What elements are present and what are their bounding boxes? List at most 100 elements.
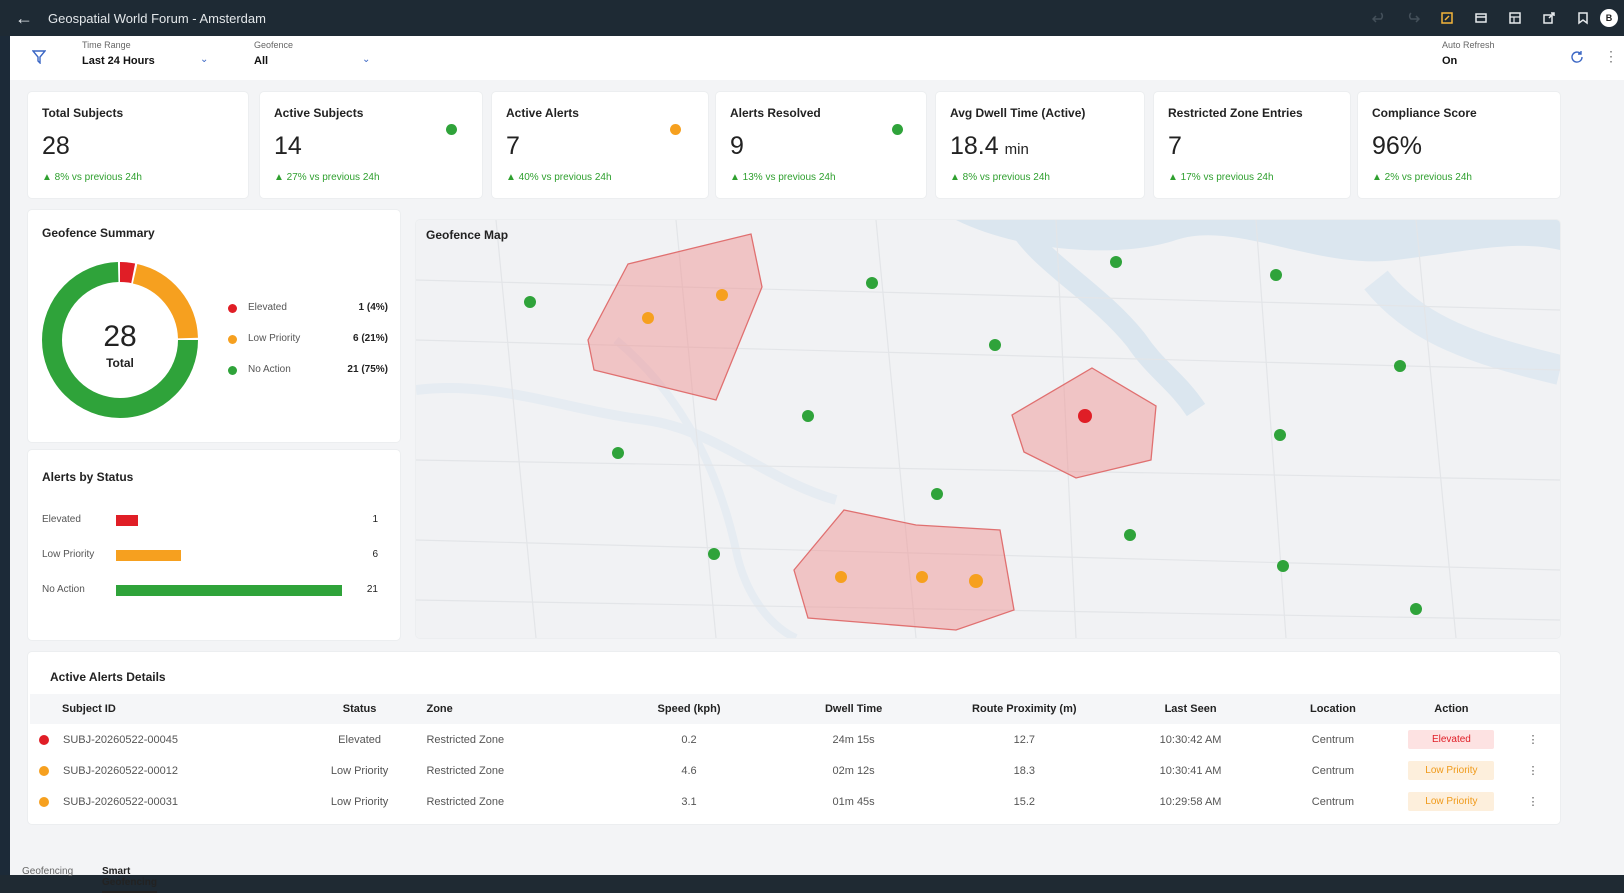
kpi-value: 14: [274, 132, 302, 160]
refresh-icon[interactable]: [1570, 50, 1584, 69]
more-options-icon[interactable]: ⋮: [1604, 48, 1618, 65]
dashboard-page: Time Range Last 24 Hours ⌄ Geofence All …: [10, 36, 1624, 893]
edit-icon[interactable]: [1430, 0, 1464, 36]
redo-icon[interactable]: [1396, 0, 1430, 36]
back-arrow-icon[interactable]: ←: [0, 8, 48, 29]
subject-marker-no-action[interactable]: [524, 296, 536, 308]
status-dot: [670, 124, 681, 135]
subject-marker-low-priority[interactable]: [642, 312, 654, 324]
table-row[interactable]: SUBJ-20260522-00012 Low Priority Restricte…: [30, 755, 1560, 786]
table-row[interactable]: SUBJ-20260522-00031 Low Priority Restricte…: [30, 786, 1560, 817]
kpi-card[interactable]: Active Alerts 7 ▲ 40% vs previous 24h: [492, 92, 708, 198]
subject-id[interactable]: SUBJ-20260522-00012: [63, 765, 178, 777]
filter-toolbar-icon[interactable]: [1464, 0, 1498, 36]
column-header[interactable]: Action: [1396, 694, 1506, 724]
kpi-card[interactable]: Total Subjects 28 ▲ 8% vs previous 24h: [28, 92, 248, 198]
bookmark-icon[interactable]: [1566, 0, 1600, 36]
subject-marker-no-action[interactable]: [866, 277, 878, 289]
bar-label: Low Priority: [42, 549, 95, 560]
subject-marker-no-action[interactable]: [708, 548, 720, 560]
column-header[interactable]: Speed (kph): [607, 694, 771, 724]
toolbar-icons: B: [1362, 0, 1624, 36]
column-header[interactable]: Subject ID: [30, 694, 294, 724]
column-header[interactable]: Last Seen: [1112, 694, 1269, 724]
row-more-icon[interactable]: ⋮: [1506, 786, 1560, 817]
subject-marker-elevated[interactable]: [1078, 409, 1092, 423]
column-header[interactable]: Location: [1268, 694, 1397, 724]
subject-marker-no-action[interactable]: [1277, 560, 1289, 572]
subject-marker-no-action[interactable]: [1110, 256, 1122, 268]
bar-value: 6: [372, 549, 378, 560]
status-bar-row: Low Priority 6: [42, 549, 378, 563]
status-dot: [446, 124, 457, 135]
subject-marker-no-action[interactable]: [1394, 360, 1406, 372]
kpi-card[interactable]: Active Subjects 14 ▲ 27% vs previous 24h: [260, 92, 482, 198]
kpi-card[interactable]: Avg Dwell Time (Active) 18.4 min ▲ 8% vs …: [936, 92, 1144, 198]
share-icon[interactable]: [1532, 0, 1566, 36]
action-badge[interactable]: Elevated: [1408, 730, 1495, 749]
kpi-card[interactable]: Alerts Resolved 9 ▲ 13% vs previous 24h: [716, 92, 926, 198]
legend-value: 21 (75%): [347, 364, 388, 375]
subject-marker-low-priority[interactable]: [916, 571, 928, 583]
subject-marker-no-action[interactable]: [1274, 429, 1286, 441]
kpi-card[interactable]: Compliance Score 96% ▲ 2% vs previous 24…: [1358, 92, 1560, 198]
status-bar[interactable]: [116, 550, 181, 561]
undo-icon[interactable]: [1362, 0, 1396, 36]
geofence-map[interactable]: Geofence Map: [416, 220, 1560, 638]
subject-marker-no-action[interactable]: [1410, 603, 1422, 615]
subject-marker-no-action[interactable]: [612, 447, 624, 459]
subject-id[interactable]: SUBJ-20260522-00045: [63, 734, 178, 746]
geofence-dropdown[interactable]: Geofence All ⌄: [254, 40, 374, 76]
speed-cell: 4.6: [681, 764, 697, 777]
subject-marker-no-action[interactable]: [1270, 269, 1282, 281]
legend-value: 1 (4%): [358, 302, 388, 313]
table-body: SUBJ-20260522-00045 Elevated Restricted Zo…: [30, 724, 1560, 817]
avatar[interactable]: B: [1600, 9, 1618, 27]
donut-total: 28: [103, 320, 137, 353]
kpi-delta: ▲ 2% vs previous 24h: [1372, 172, 1472, 183]
column-header[interactable]: Dwell Time: [770, 694, 937, 724]
tab-geofencing[interactable]: Geofencing: [22, 866, 73, 877]
row-more-icon[interactable]: ⋮: [1506, 724, 1560, 755]
column-header[interactable]: Status: [293, 694, 426, 724]
map-canvas: [416, 220, 1560, 638]
tab-smart-geofencing[interactable]: Smart Geofencing: [102, 866, 158, 893]
table-row[interactable]: SUBJ-20260522-00045 Elevated Restricted Zo…: [30, 724, 1560, 755]
table-icon[interactable]: [1498, 0, 1532, 36]
status-cell: Low Priority: [330, 795, 389, 808]
subject-marker-no-action[interactable]: [931, 488, 943, 500]
subject-id[interactable]: SUBJ-20260522-00031: [63, 796, 178, 808]
proximity-cell: 12.7: [1013, 733, 1035, 746]
time-range-dropdown[interactable]: Time Range Last 24 Hours ⌄: [82, 40, 210, 76]
subject-marker-low-priority[interactable]: [835, 571, 847, 583]
speed-cell: 0.2: [681, 733, 697, 746]
action-badge[interactable]: Low Priority: [1408, 792, 1495, 811]
column-header[interactable]: Route Proximity (m): [936, 694, 1113, 724]
legend-label: No Action: [248, 364, 291, 375]
kpi-delta: ▲ 8% vs previous 24h: [950, 172, 1050, 183]
alerts-by-status-title: Alerts by Status: [42, 470, 134, 484]
auto-refresh-value: On: [1442, 55, 1458, 67]
column-header[interactable]: Zone: [425, 694, 608, 724]
status-bar[interactable]: [116, 515, 138, 526]
location-cell: Centrum: [1311, 795, 1354, 808]
subject-marker-low-priority[interactable]: [716, 289, 728, 301]
left-edge-strip: [0, 36, 10, 875]
auto-refresh-toggle[interactable]: Auto Refresh On: [1442, 40, 1512, 76]
legend-label: Elevated: [248, 302, 287, 313]
row-more-icon[interactable]: ⋮: [1506, 755, 1560, 786]
zone-cell: Restricted Zone: [426, 795, 505, 808]
funnel-icon[interactable]: [31, 50, 47, 69]
kpi-card[interactable]: Restricted Zone Entries 7 ▲ 17% vs previ…: [1154, 92, 1350, 198]
subject-marker-low-priority[interactable]: [969, 574, 983, 588]
dwell-cell: 24m 15s: [832, 733, 875, 746]
subject-marker-no-action[interactable]: [989, 339, 1001, 351]
subject-marker-no-action[interactable]: [802, 410, 814, 422]
subject-marker-no-action[interactable]: [1124, 529, 1136, 541]
action-badge[interactable]: Low Priority: [1408, 761, 1495, 780]
chevron-down-icon: ⌄: [362, 54, 371, 65]
status-bar[interactable]: [116, 585, 342, 596]
kpi-delta: ▲ 13% vs previous 24h: [730, 172, 836, 183]
subject-id-cell: SUBJ-20260522-00045: [30, 724, 294, 755]
kpi-delta: ▲ 27% vs previous 24h: [274, 172, 380, 183]
